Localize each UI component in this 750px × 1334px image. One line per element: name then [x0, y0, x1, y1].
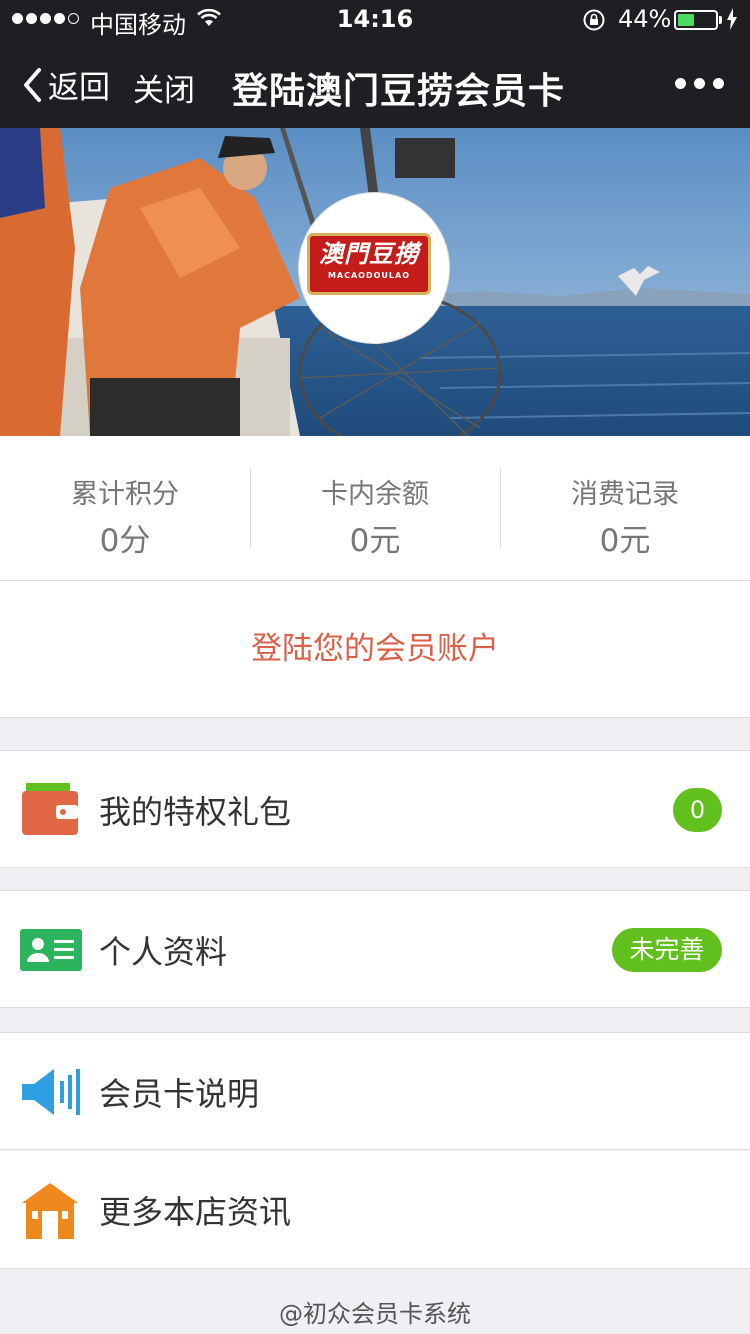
close-button[interactable]: 关闭 — [133, 65, 195, 110]
status-bar: 中国移动 14:16 44% — [0, 0, 750, 40]
stat-balance[interactable]: 卡内余额 0元 — [250, 436, 500, 580]
page-title: 登陆澳门豆捞会员卡 — [232, 71, 566, 112]
logo-subtext: MACAODOULAO — [327, 271, 411, 280]
stat-value: 0元 — [349, 523, 401, 559]
battery-percent: 44% — [618, 5, 672, 33]
banner-image: 澳門豆撈 MACAODOULAO — [0, 128, 750, 436]
brand-logo: 澳門豆撈 MACAODOULAO — [299, 193, 449, 343]
top-bar: 中国移动 14:16 44% 返回 关闭 登陆澳门豆捞会员卡 — [0, 0, 750, 128]
status-badge: 未完善 — [612, 928, 722, 972]
menu-item-label: 更多本店资讯 — [99, 1193, 292, 1231]
charging-icon — [727, 8, 737, 30]
back-label: 返回 — [48, 70, 110, 106]
stat-consumption[interactable]: 消费记录 0元 — [500, 436, 750, 580]
menu-item-label: 会员卡说明 — [99, 1075, 260, 1113]
stat-value: 0元 — [599, 523, 651, 559]
menu-item-profile[interactable]: 个人资料 未完善 — [0, 890, 750, 1008]
rotation-lock-icon — [583, 9, 605, 31]
stat-label: 消费记录 — [571, 479, 679, 510]
member-stats: 累计积分 0分 卡内余额 0元 消费记录 0元 — [0, 436, 750, 581]
menu-item-label: 个人资料 — [99, 933, 228, 971]
id-card-icon — [20, 929, 82, 971]
logo-text: 澳門豆撈 — [319, 239, 419, 268]
store-icon — [22, 1183, 78, 1239]
footer-credit: @初众会员卡系统 — [279, 1300, 471, 1328]
menu-item-privileges[interactable]: 我的特权礼包 0 — [0, 750, 750, 868]
stat-value: 0分 — [99, 523, 151, 559]
stat-label: 累计积分 — [71, 479, 179, 510]
speaker-icon — [22, 1069, 80, 1115]
menu-item-label: 我的特权礼包 — [99, 793, 292, 831]
stat-label: 卡内余额 — [321, 479, 429, 510]
stat-points[interactable]: 累计积分 0分 — [0, 436, 250, 580]
more-options-button[interactable] — [675, 78, 724, 89]
login-button[interactable]: 登陆您的会员账户 — [0, 581, 750, 718]
back-button[interactable]: 返回 — [22, 62, 110, 107]
menu-item-store-news[interactable]: 更多本店资讯 — [0, 1151, 750, 1269]
menu-item-card-info[interactable]: 会员卡说明 — [0, 1032, 750, 1150]
battery-icon — [674, 10, 718, 30]
navigation-bar: 返回 关闭 登陆澳门豆捞会员卡 — [0, 44, 750, 128]
wallet-icon — [22, 783, 78, 835]
chevron-left-icon — [24, 67, 41, 102]
count-badge: 0 — [673, 788, 722, 832]
